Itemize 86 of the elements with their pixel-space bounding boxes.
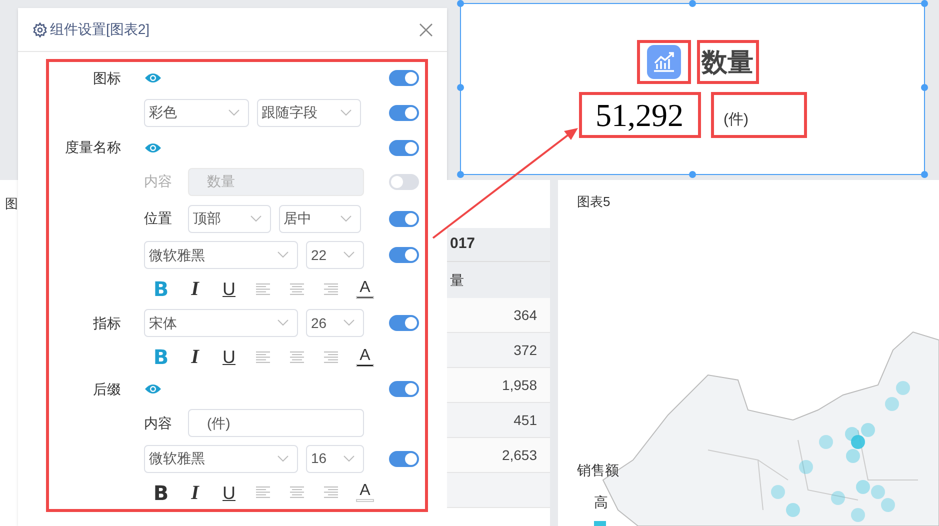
chevron-down-icon[interactable] <box>343 454 355 463</box>
text-field[interactable]: (件) <box>188 409 364 438</box>
align-left-icon[interactable] <box>256 282 270 296</box>
toggle-switch[interactable] <box>389 450 419 467</box>
field-label: 内容 <box>144 172 173 192</box>
align-right-icon[interactable] <box>324 282 338 296</box>
resize-handle[interactable] <box>689 171 696 178</box>
toggle-switch[interactable] <box>389 140 419 156</box>
resize-handle[interactable] <box>921 171 928 178</box>
resize-handle[interactable] <box>921 0 928 7</box>
text-color-button[interactable]: A <box>348 276 382 302</box>
resize-handle[interactable] <box>689 0 696 7</box>
align-center-icon[interactable] <box>290 282 304 296</box>
kpi-title: 数量 <box>696 40 758 84</box>
legend-title: 销售额 <box>577 461 619 480</box>
underline-button[interactable]: U <box>212 276 246 302</box>
close-icon[interactable] <box>419 22 433 36</box>
eye-icon[interactable] <box>144 383 162 396</box>
table-header: 量 <box>450 270 464 290</box>
section-label: 指标 <box>92 314 121 333</box>
dropdown[interactable]: 微软雅黑 <box>144 444 298 473</box>
legend-label: 高 <box>594 493 608 512</box>
section-label: 后缀 <box>92 380 121 399</box>
chevron-down-icon[interactable] <box>343 251 355 260</box>
section-label: 图标 <box>92 68 121 88</box>
toggle-switch[interactable] <box>389 381 419 398</box>
legend-swatch <box>594 521 606 526</box>
chevron-down-icon[interactable] <box>277 454 289 463</box>
resize-handle[interactable] <box>457 171 464 178</box>
table-cell-text: 1,958 <box>502 376 537 394</box>
align-center-icon[interactable] <box>290 486 304 500</box>
text-color-button[interactable]: A <box>348 344 382 370</box>
eye-icon[interactable] <box>144 142 162 154</box>
eye-icon[interactable] <box>144 72 162 84</box>
chevron-down-icon[interactable] <box>250 214 262 223</box>
dropdown[interactable]: 26 <box>306 309 364 338</box>
kpi-suffix: (件) <box>710 92 806 138</box>
dropdown[interactable]: 彩色 <box>144 98 248 127</box>
kpi-card[interactable]: 数量 51,292 (件) <box>460 3 925 175</box>
panel-title: 图 <box>5 196 18 211</box>
chart-trend-icon <box>646 45 680 79</box>
bold-button[interactable]: B <box>144 480 178 506</box>
underline-button[interactable]: U <box>212 344 246 370</box>
align-left-icon[interactable] <box>256 350 270 364</box>
chevron-down-icon[interactable] <box>277 319 289 328</box>
align-right-icon[interactable] <box>324 486 338 500</box>
dropdown[interactable]: 居中 <box>278 204 361 233</box>
underline-button[interactable]: U <box>212 480 246 506</box>
table-cell-text: 451 <box>514 410 537 430</box>
align-right-icon[interactable] <box>324 350 338 364</box>
toggle-switch[interactable] <box>389 210 419 227</box>
field-label: 内容 <box>144 414 173 433</box>
dropdown[interactable]: 跟随字段 <box>256 98 361 127</box>
section-label: 度量名称 <box>64 138 121 158</box>
chart-title: 图表5 <box>577 193 610 211</box>
table-cell-text: 2,653 <box>502 446 537 464</box>
toggle-switch[interactable] <box>389 104 419 121</box>
dropdown[interactable]: 16 <box>306 444 364 473</box>
dropdown[interactable]: 顶部 <box>188 204 270 233</box>
chevron-down-icon[interactable] <box>277 251 289 260</box>
dropdown[interactable]: 微软雅黑 <box>144 241 298 270</box>
chevron-down-icon[interactable] <box>340 214 352 223</box>
kpi-value: 51,292 <box>578 92 700 138</box>
table-cell-text: 372 <box>514 340 537 360</box>
text-color-button[interactable]: A <box>348 480 382 506</box>
table-header: 017 <box>450 234 476 254</box>
resize-handle[interactable] <box>457 84 464 91</box>
align-center-icon[interactable] <box>290 350 304 364</box>
italic-button[interactable]: I <box>178 344 212 370</box>
align-left-icon[interactable] <box>256 486 270 500</box>
dropdown[interactable]: 22 <box>306 241 364 270</box>
toggle-switch[interactable] <box>389 70 419 86</box>
dropdown[interactable]: 宋体 <box>144 309 298 338</box>
chevron-down-icon[interactable] <box>343 319 355 328</box>
italic-button[interactable]: I <box>178 276 212 302</box>
settings-icon <box>32 22 48 38</box>
chevron-down-icon[interactable] <box>340 108 352 117</box>
italic-button[interactable]: I <box>178 480 212 506</box>
field-label: 位置 <box>144 209 173 228</box>
toggle-switch[interactable] <box>389 315 419 332</box>
toggle-switch[interactable] <box>389 247 419 264</box>
dialog-title: 组件设置[图表2] <box>50 20 151 39</box>
resize-handle[interactable] <box>921 84 928 91</box>
chevron-down-icon[interactable] <box>228 108 240 117</box>
table-cell-text: 364 <box>514 306 537 324</box>
resize-handle[interactable] <box>457 0 464 7</box>
